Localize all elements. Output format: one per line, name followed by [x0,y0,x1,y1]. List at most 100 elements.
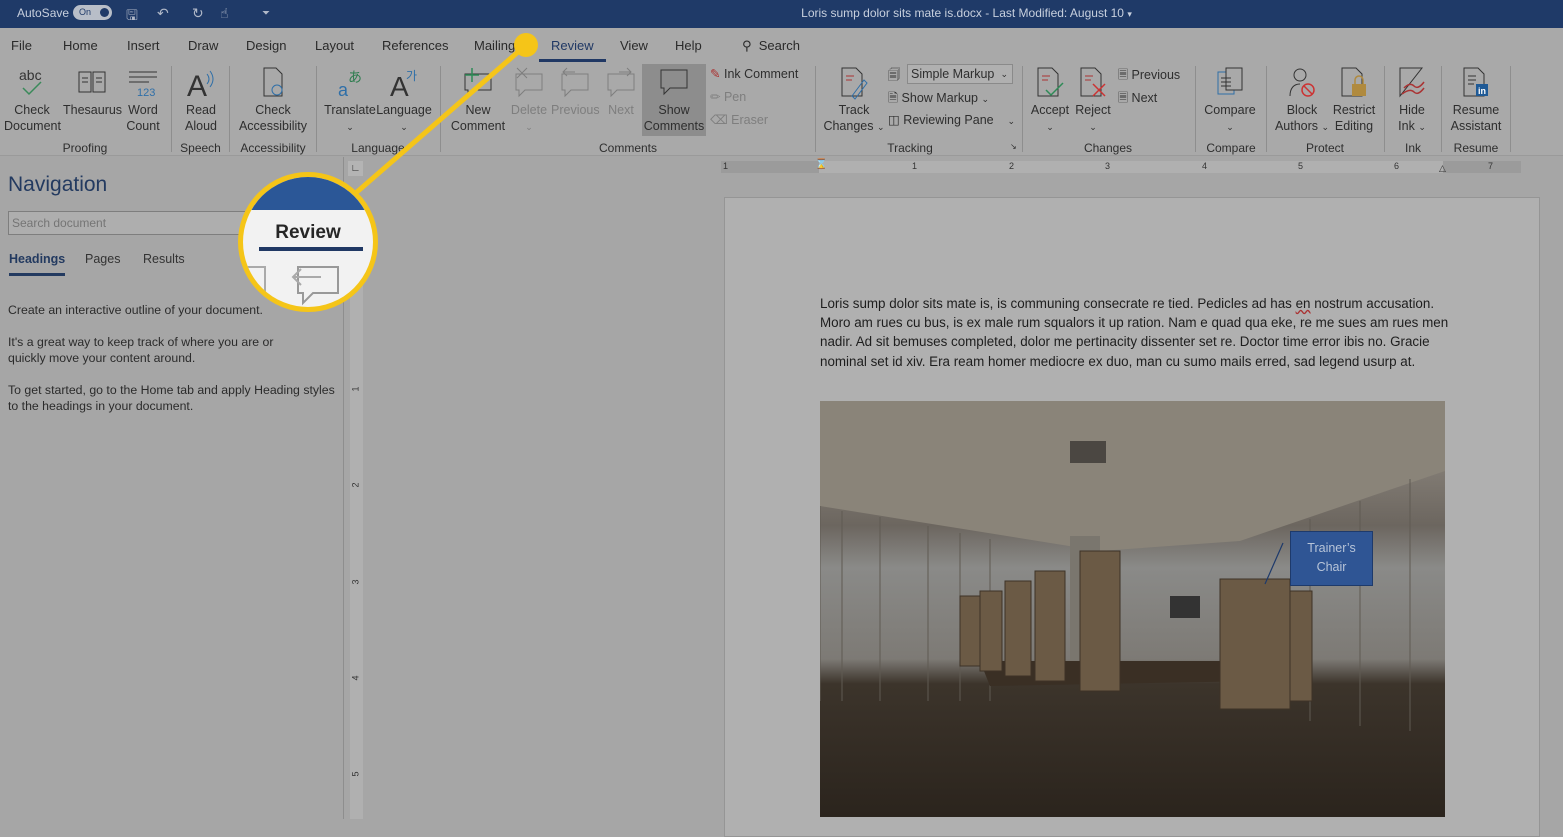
document-title[interactable]: Loris sump dolor sits mate is.docx - Las… [0,6,1563,20]
track-changes-button[interactable]: Track Changes ⌄ [822,66,886,135]
vertical-ruler-bar[interactable]: 1 2 3 4 5 [350,272,363,819]
eraser-button[interactable]: ⌫ Eraser [710,112,768,127]
svg-text:in: in [1478,86,1486,96]
group-label-ink: Ink [1404,141,1421,155]
magnified-previous-comment-icon [243,266,339,307]
group-separator [1510,66,1511,152]
lock-icon [1341,67,1366,97]
tab-pages[interactable]: Pages [85,252,120,266]
paragraph-text: Loris sump dolor sits mate is, is commun… [820,296,1296,311]
conference-room-image[interactable]: Trainer’s Chair [820,401,1445,817]
reject-button[interactable]: Reject ⌄ [1072,66,1114,135]
previous-comment-button[interactable]: Previous [551,66,600,118]
group-separator [815,66,816,152]
show-markup-button[interactable]: 🗎 Show Markup ⌄ [888,89,989,110]
help-text-3: To get started, go to the Home tab and a… [8,383,335,413]
ruler-number: 5 [1298,161,1304,171]
show-comments-label: Show Comments [643,103,705,133]
tab-review[interactable]: Review [539,38,606,62]
group-label-speech: Speech [180,141,221,155]
tab-headings[interactable]: Headings [9,252,66,276]
tab-home[interactable]: Home [63,38,98,53]
delete-comment-button[interactable]: Delete ⌄ [508,66,550,135]
ruler-number: 4 [1202,161,1208,171]
tab-help[interactable]: Help [675,38,702,53]
dialog-launcher-icon[interactable]: ↘ [1010,142,1017,151]
ink-comment-icon: ✎ [710,67,721,81]
group-label-accessibility: Accessibility [240,141,306,155]
document-paragraph[interactable]: Loris sump dolor sits mate is, is commun… [820,294,1450,371]
right-indent-marker-icon[interactable]: △ [1439,163,1446,174]
eraser-icon: ⌫ [710,113,728,127]
eraser-label: Eraser [731,113,768,127]
word-count-button[interactable]: 123 Word Count [124,66,162,134]
show-comments-button[interactable]: Show Comments [642,64,706,136]
reject-icon [1080,67,1106,97]
magnified-title-band [243,177,373,210]
tab-insert[interactable]: Insert [127,38,160,53]
track-changes-label: Track Changes [823,103,874,133]
previous-change-button[interactable]: 🗏 Previous [1118,66,1180,87]
chevron-down-icon: ⌄ [876,122,885,132]
pen-button[interactable]: ✏ Pen [710,89,746,104]
chevron-down-icon: ⌄ [525,122,533,132]
delete-comment-icon [515,67,543,98]
group-separator [440,66,441,152]
check-document-button[interactable]: abc Check Document [4,66,61,134]
search-document-input[interactable] [8,211,258,235]
indent-marker-icon[interactable]: ⌛ [815,159,827,170]
tab-design[interactable]: Design [246,38,286,53]
hide-ink-icon [1399,67,1425,98]
resume-assistant-button[interactable]: in Resume Assistant [1446,66,1506,134]
show-markup-label: Show Markup [901,91,978,105]
left-margin [721,161,819,173]
tab-file[interactable]: File [11,38,32,53]
trainers-chair-callout[interactable]: Trainer’s Chair [1290,531,1373,586]
ink-comment-button[interactable]: ✎ Ink Comment [710,66,798,81]
thesaurus-label: Thesaurus [63,103,123,117]
book-icon [78,71,106,93]
document-page[interactable]: Loris sump dolor sits mate is, is commun… [724,197,1540,837]
word-count-icon: 123 [129,71,157,99]
ruler-number: 1 [350,386,361,392]
hide-ink-button[interactable]: Hide Ink ⌄ [1390,66,1434,135]
group-label-changes: Changes [1083,141,1133,155]
next-change-icon: 🗏 [1118,91,1129,105]
thesaurus-button[interactable]: Thesaurus [63,66,123,118]
linkedin-resume-icon: in [1463,67,1488,97]
tab-selector[interactable]: ∟ [348,161,363,176]
language-button[interactable]: A가 Language ⌄ [376,66,432,135]
check-accessibility-label: Check Accessibility [238,103,308,133]
accept-button[interactable]: Accept ⌄ [1028,66,1072,135]
language-icon: A가 [390,69,417,100]
callout-connector [1264,542,1284,585]
ruler-number: 4 [350,675,361,681]
next-change-button[interactable]: 🗏 Next [1118,89,1157,110]
chevron-down-icon: ⌄ [1321,122,1330,132]
svg-text:あ: あ [348,70,362,86]
read-aloud-button[interactable]: A Read Aloud [180,66,222,134]
next-comment-button[interactable]: Next [602,66,640,118]
search-label: Search [758,38,800,53]
tab-view[interactable]: View [620,38,648,53]
tab-references[interactable]: References [382,38,448,53]
tab-results[interactable]: Results [143,252,185,266]
tab-draw[interactable]: Draw [188,38,218,53]
block-authors-label: Block Authors [1274,103,1319,133]
markup-select[interactable]: Simple Markup ⌄ [907,64,1013,84]
reviewing-pane-button[interactable]: ◫ Reviewing Pane ⌄ [888,112,1015,127]
group-label-tracking: Tracking [887,141,933,155]
next-label: Next [608,103,634,117]
document-title-text: Loris sump dolor sits mate is.docx - Las… [801,6,1124,20]
search-button[interactable]: ⚲ Search [742,38,800,54]
reject-label: Reject [1075,103,1111,117]
new-comment-button[interactable]: New Comment [448,66,508,134]
restrict-editing-button[interactable]: Restrict Editing [1330,66,1378,134]
translate-button[interactable]: aあ Translate ⌄ [324,66,376,135]
tab-layout[interactable]: Layout [315,38,354,53]
compare-button[interactable]: Compare ⌄ [1200,66,1260,135]
block-authors-button[interactable]: Block Authors ⌄ [1272,66,1332,135]
horizontal-ruler[interactable]: 1 1 2 3 4 5 6 7 ⌛ △ [721,159,1521,174]
check-accessibility-button[interactable]: Check Accessibility [236,66,310,134]
spelling-error[interactable]: en [1296,296,1311,311]
